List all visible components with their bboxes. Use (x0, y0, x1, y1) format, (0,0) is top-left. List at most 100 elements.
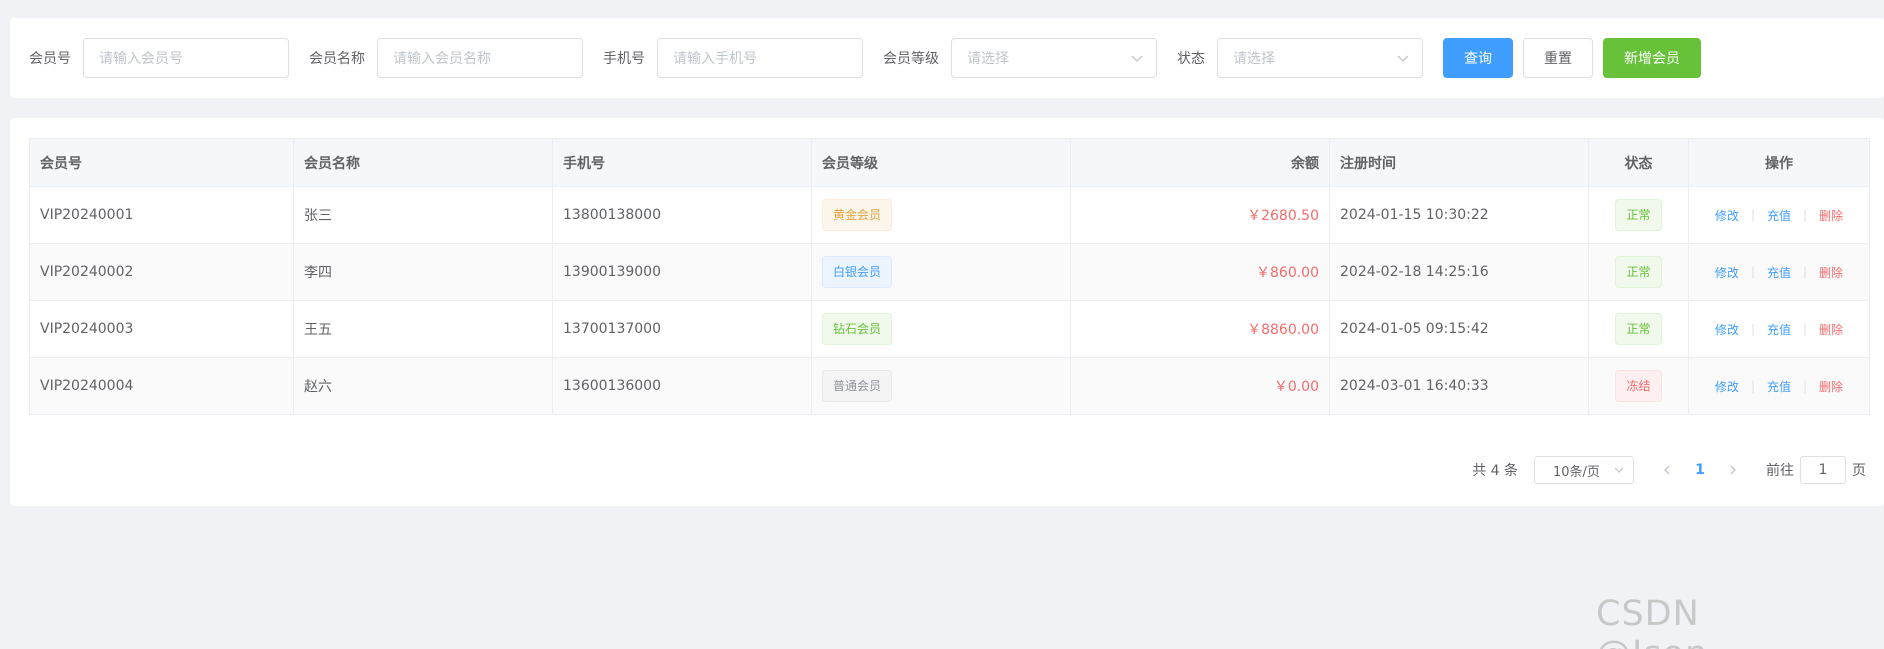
action-divider: | (1750, 322, 1755, 336)
page-size-value: 10条/页 (1553, 464, 1600, 480)
action-divider: | (1750, 265, 1755, 279)
cell-phone: 13600136000 (552, 357, 812, 415)
cell-phone: 13700137000 (552, 300, 812, 358)
member-table: 会员号 会员名称 手机号 会员等级 余额 注册时间 状态 操作 VIP20240… (29, 138, 1870, 415)
cell-actions: 修改 | 充值 | 删除 (1688, 357, 1870, 415)
cell-actions: 修改 | 充值 | 删除 (1688, 243, 1870, 301)
column-header-phone[interactable]: 手机号 (552, 138, 812, 187)
member-name-label: 会员名称 (309, 51, 365, 67)
cell-level: 白银会员 (811, 243, 1071, 301)
goto-page-input[interactable]: 1 (1800, 456, 1846, 484)
goto-label: 前往 (1766, 463, 1794, 479)
cell-actions: 修改 | 充值 | 删除 (1688, 300, 1870, 358)
column-header-level[interactable]: 会员等级 (811, 138, 1071, 187)
page-number-1[interactable]: 1 (1682, 456, 1718, 484)
status-badge: 正常 (1615, 199, 1662, 231)
level-tag: 白银会员 (822, 256, 893, 288)
level-tag: 钻石会员 (822, 313, 893, 345)
delete-link[interactable]: 删除 (1819, 321, 1843, 338)
column-header-member-id[interactable]: 会员号 (29, 138, 294, 187)
cell-member-id: VIP20240002 (29, 243, 294, 301)
reset-button[interactable]: 重置 (1523, 38, 1593, 78)
watermark: CSDN @Json_____ (1596, 594, 1800, 649)
recharge-link[interactable]: 充值 (1767, 207, 1791, 224)
level-tag: 黄金会员 (822, 199, 893, 231)
action-divider: | (1803, 379, 1808, 393)
cell-status: 正常 (1588, 243, 1689, 301)
column-header-member-name[interactable]: 会员名称 (293, 138, 553, 187)
cell-level: 黄金会员 (811, 186, 1071, 244)
cell-register-time: 2024-02-18 14:25:16 (1329, 243, 1589, 301)
status-placeholder: 请选择 (1233, 51, 1275, 67)
member-level-placeholder: 请选择 (967, 51, 1009, 67)
query-button[interactable]: 查询 (1443, 38, 1513, 78)
cell-level: 普通会员 (811, 357, 1071, 415)
cell-level: 钻石会员 (811, 300, 1071, 358)
add-member-button[interactable]: 新增会员 (1603, 38, 1701, 78)
recharge-link[interactable]: 充值 (1767, 378, 1791, 395)
cell-phone: 13900139000 (552, 243, 812, 301)
member-name-input[interactable]: 请输入会员名称 (377, 38, 583, 78)
column-header-register-time[interactable]: 注册时间 (1329, 138, 1589, 187)
chevron-down-icon (1397, 55, 1409, 62)
recharge-link[interactable]: 充值 (1767, 264, 1791, 281)
cell-status: 冻结 (1588, 357, 1689, 415)
member-id-input[interactable]: 请输入会员号 (83, 38, 289, 78)
cell-member-id: VIP20240003 (29, 300, 294, 358)
phone-placeholder: 请输入手机号 (673, 51, 757, 67)
cell-balance: ￥860.00 (1070, 243, 1330, 301)
cell-balance: ￥2680.50 (1070, 186, 1330, 244)
member-name-placeholder: 请输入会员名称 (393, 51, 491, 67)
edit-link[interactable]: 修改 (1715, 378, 1739, 395)
delete-link[interactable]: 删除 (1819, 378, 1843, 395)
member-id-label: 会员号 (29, 51, 71, 67)
table-row[interactable]: VIP20240003 王五 13700137000 钻石会员 ￥8860.00… (29, 300, 1870, 358)
prev-page-button[interactable] (1652, 456, 1682, 484)
table-row[interactable]: VIP20240002 李四 13900139000 白银会员 ￥860.00 … (29, 243, 1870, 301)
edit-link[interactable]: 修改 (1715, 207, 1739, 224)
action-divider: | (1750, 208, 1755, 222)
cell-register-time: 2024-01-05 09:15:42 (1329, 300, 1589, 358)
edit-link[interactable]: 修改 (1715, 264, 1739, 281)
delete-link[interactable]: 删除 (1819, 264, 1843, 281)
member-level-label: 会员等级 (883, 51, 939, 67)
column-header-actions: 操作 (1688, 138, 1870, 187)
action-divider: | (1750, 379, 1755, 393)
cell-balance: ￥8860.00 (1070, 300, 1330, 358)
cell-member-name: 赵六 (293, 357, 553, 415)
cell-member-name: 王五 (293, 300, 553, 358)
page-suffix-label: 页 (1852, 463, 1866, 479)
status-select[interactable]: 请选择 (1217, 38, 1423, 78)
cell-balance: ￥0.00 (1070, 357, 1330, 415)
status-badge: 正常 (1615, 313, 1662, 345)
cell-actions: 修改 | 充值 | 删除 (1688, 186, 1870, 244)
table-row[interactable]: VIP20240001 张三 13800138000 黄金会员 ￥2680.50… (29, 186, 1870, 244)
search-panel: 会员号 请输入会员号 会员名称 请输入会员名称 手机号 请输入手机号 会员等级 … (10, 18, 1884, 98)
next-page-button[interactable] (1718, 456, 1748, 484)
action-divider: | (1803, 208, 1808, 222)
level-tag: 普通会员 (822, 370, 893, 402)
pagination-total: 共 4 条 (1472, 463, 1518, 479)
member-table-panel: 会员号 会员名称 手机号 会员等级 余额 注册时间 状态 操作 VIP20240… (10, 118, 1884, 506)
page-size-select[interactable]: 10条/页 (1534, 456, 1634, 484)
table-header-row: 会员号 会员名称 手机号 会员等级 余额 注册时间 状态 操作 (29, 138, 1870, 187)
phone-input[interactable]: 请输入手机号 (657, 38, 863, 78)
cell-member-id: VIP20240001 (29, 186, 294, 244)
chevron-right-icon (1730, 465, 1736, 475)
cell-status: 正常 (1588, 300, 1689, 358)
cell-status: 正常 (1588, 186, 1689, 244)
member-level-select[interactable]: 请选择 (951, 38, 1157, 78)
column-header-status[interactable]: 状态 (1588, 138, 1689, 187)
table-row[interactable]: VIP20240004 赵六 13600136000 普通会员 ￥0.00 20… (29, 357, 1870, 415)
pagination: 共 4 条 10条/页 1 前往 1 页 (1472, 456, 1866, 484)
recharge-link[interactable]: 充值 (1767, 321, 1791, 338)
delete-link[interactable]: 删除 (1819, 207, 1843, 224)
chevron-down-icon (1614, 467, 1624, 473)
phone-label: 手机号 (603, 51, 645, 67)
column-header-balance[interactable]: 余额 (1070, 138, 1330, 187)
action-divider: | (1803, 265, 1808, 279)
cell-register-time: 2024-01-15 10:30:22 (1329, 186, 1589, 244)
member-id-placeholder: 请输入会员号 (99, 51, 183, 67)
edit-link[interactable]: 修改 (1715, 321, 1739, 338)
status-badge: 正常 (1615, 256, 1662, 288)
